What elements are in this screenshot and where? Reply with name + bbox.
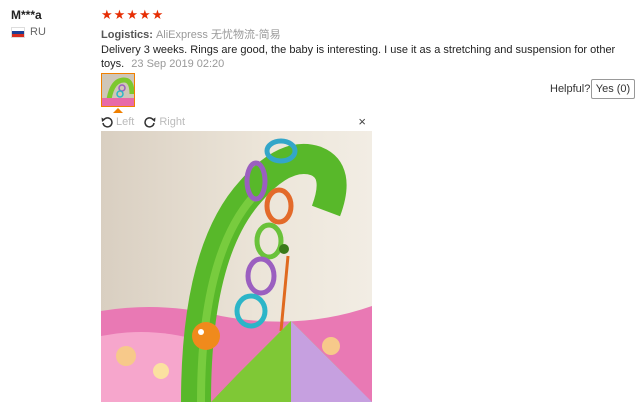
close-viewer-button[interactable]: × bbox=[358, 114, 366, 129]
logistics-value: AliExpress 无忧物流-简易 bbox=[155, 29, 281, 41]
star-icon: ★ bbox=[151, 7, 164, 22]
russia-flag-icon bbox=[11, 26, 25, 38]
rotate-right-button[interactable]: Right bbox=[144, 116, 185, 128]
helpful-label: Helpful? bbox=[550, 83, 591, 95]
logistics-info: Logistics: AliExpress 无忧物流-简易 bbox=[101, 26, 281, 42]
rotate-right-icon bbox=[144, 117, 156, 128]
photo-viewer-toolbar: Left Right × bbox=[101, 113, 372, 131]
reviewer-name: M***a bbox=[11, 8, 42, 22]
review-photo-thumbnail[interactable] bbox=[101, 73, 135, 107]
rotate-left-label: Left bbox=[116, 116, 135, 128]
rotate-left-button[interactable]: Left bbox=[101, 116, 134, 128]
star-icon: ★ bbox=[138, 7, 151, 22]
star-icon: ★ bbox=[101, 7, 113, 22]
helpful-yes-button[interactable]: Yes (0) bbox=[591, 79, 635, 99]
review-body: Delivery 3 weeks. Rings are good, the ba… bbox=[101, 43, 621, 71]
review-photo bbox=[101, 131, 372, 402]
star-icon: ★ bbox=[113, 7, 126, 22]
reviewer-country: RU bbox=[11, 26, 46, 38]
rotate-right-label: Right bbox=[159, 116, 186, 128]
rotate-left-icon bbox=[101, 117, 113, 128]
star-icon: ★ bbox=[126, 7, 138, 22]
review-date: 23 Sep 2019 02:20 bbox=[131, 58, 225, 70]
country-code: RU bbox=[30, 26, 46, 38]
logistics-label: Logistics: bbox=[101, 29, 153, 41]
star-rating: ★ ★ ★ ★ ★ bbox=[101, 8, 163, 21]
